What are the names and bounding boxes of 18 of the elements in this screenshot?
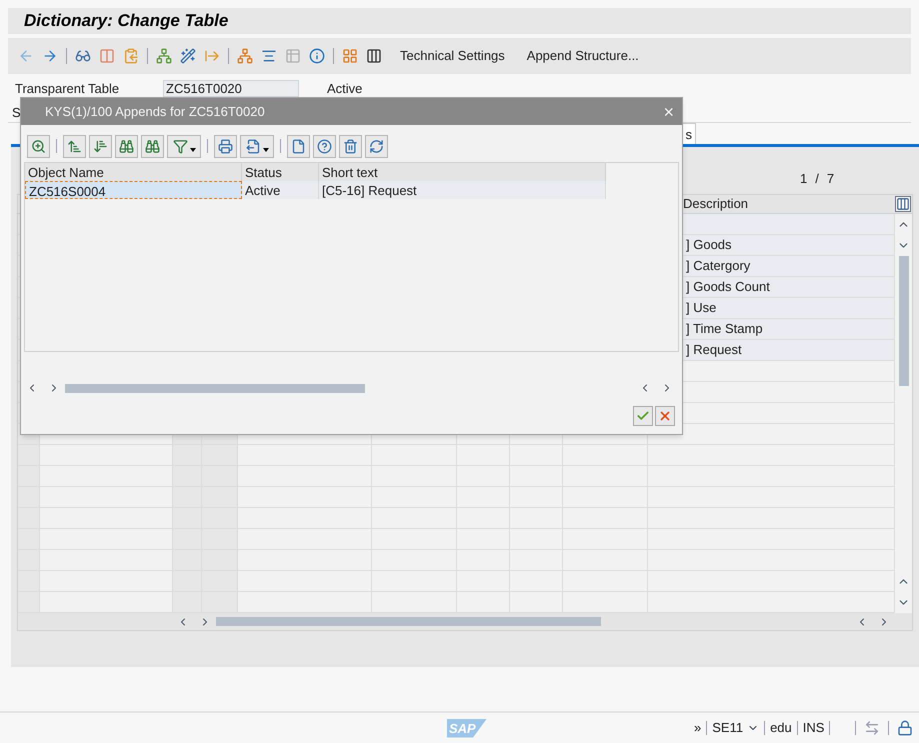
client-text: edu (770, 719, 792, 738)
table-cell: ZC516S0004 (25, 181, 242, 199)
mode-text: INS (802, 719, 824, 738)
status-text: Active (327, 80, 362, 98)
logo: SAP (447, 718, 487, 738)
field-label: S (12, 104, 21, 122)
column-header: Status (242, 163, 319, 181)
window-title: Dictionary: Change Table (24, 10, 228, 32)
page-number: 1 (800, 170, 808, 188)
field-label: Transparent Table (15, 80, 120, 98)
page-separator: / (815, 170, 819, 188)
column-header: Object Name (25, 163, 242, 181)
column-header: Short text (319, 163, 606, 181)
table-cell: Active (242, 181, 319, 199)
page-total: 7 (826, 170, 834, 188)
column-header: Description (683, 195, 750, 214)
table-cell: [C5-16] Request (319, 181, 606, 199)
dialog-title: KYS(1)/100 Appends for ZC516T0020 (45, 102, 266, 121)
